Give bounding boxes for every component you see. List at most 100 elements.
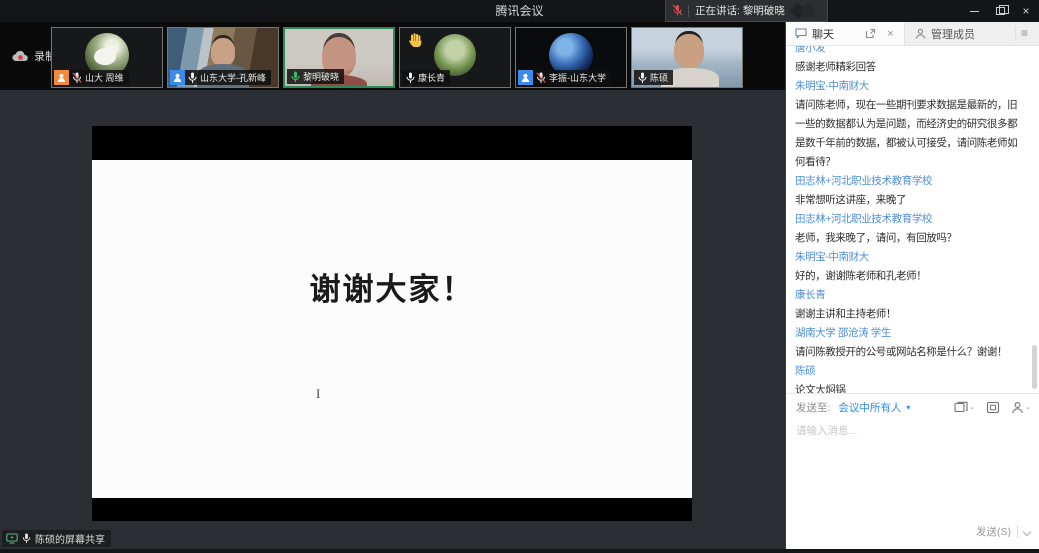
message-sender: 朱明宝-中南财大 [795,248,1026,267]
participant-tile[interactable]: 山大 周维 [51,27,163,88]
slide-letterbox-top [92,126,692,160]
message-text: 好的，谢谢陈老师和孔老师！ [795,267,1026,286]
muted-mic-icon [672,4,683,17]
participant-tile[interactable]: 李振-山东大学 [515,27,627,88]
chat-bubble-icon [795,28,807,39]
message-text: 论文大焖锅 [795,381,1026,393]
chat-panel: 聊天 × 管理成员 ≡ [785,22,1039,549]
chevron-down-icon: ⌄ [1025,403,1031,411]
tencent-meeting-logo-icon [788,3,824,19]
participant-name: 山东大学-孔新峰 [200,71,266,84]
message-text: 谢谢主讲和主持老师！ [795,305,1026,324]
chat-message: 康长青 谢谢主讲和主持老师！ [795,286,1026,324]
speaking-indicator: 正在讲话: 黎明破晓 [665,0,828,22]
chat-message: 陈硕 论文大焖锅 [795,362,1026,393]
window-bottom-edge [0,549,1039,553]
image-tool-button[interactable] [986,401,1000,414]
message-sender: 朱明宝-中南财大 [795,77,1026,96]
role-badge-icon [518,70,533,85]
screen-share-badge: 陈硕的屏幕共享 [2,530,111,547]
send-options-chevron-icon[interactable] [1024,528,1031,535]
meeting-window: 腾讯会议 正在讲话: 黎明破晓 × [0,0,1039,553]
shared-slide: 谢谢大家！ [92,160,692,498]
video-filmstrip: 录制中 [0,22,785,90]
participant-tile[interactable]: 陈硕 [631,27,743,88]
chat-message-list[interactable]: 唐小发 感谢老师精彩回答 朱明宝-中南财大 请问陈老师，现在一些期刊要求数据是最… [786,46,1034,393]
raised-hand-icon [408,32,424,48]
chat-message: 湖南大学 邵沧涛 学生 请问陈教授开的公号或网站名称是什么？谢谢！ [795,324,1026,362]
divider [1017,525,1018,538]
participant-label: 山大 周维 [54,70,129,85]
chat-tab-bar: 聊天 × 管理成员 ≡ [786,22,1039,46]
participant-label: 山东大学-孔新峰 [170,70,271,85]
tab-members-label: 管理成员 [931,26,1010,42]
mic-muted-icon [72,72,82,84]
send-button-group: 发送(S) [976,524,1031,539]
screen-share-icon [6,533,18,544]
chat-message: 朱明宝-中南财大 请问陈老师，现在一些期刊要求数据是最新的，旧一些的数据都认为是… [795,77,1026,172]
close-button[interactable]: × [1013,0,1039,22]
message-sender: 唐小发 [795,46,1026,58]
chat-message: 唐小发 感谢老师精彩回答 [795,46,1026,77]
participant-tile[interactable]: 山东大学-孔新峰 [167,27,279,88]
participant-tile[interactable]: 黎明破晓 [283,27,395,88]
speaking-label: 正在讲话: 黎明破晓 [695,3,785,18]
message-text: 老师，我来晚了，请问，有回放吗？ [795,229,1026,248]
minimize-button[interactable] [961,0,987,22]
send-to-selector[interactable]: 会议中所有人 [838,400,901,415]
participant-name: 陈硕 [650,71,668,84]
mic-muted-icon [536,72,546,84]
send-to-caret-icon[interactable]: ▾ [906,403,910,412]
slide-title: 谢谢大家！ [92,264,692,309]
recording-cloud-icon [12,50,29,63]
participant-label: 陈硕 [634,70,673,85]
message-sender: 陈硕 [795,362,1026,381]
chat-message: 田志林+河北职业技术教育学校 非常想听这讲座，来晚了 [795,172,1026,210]
chat-menu-icon[interactable]: ≡ [1015,26,1033,41]
role-badge-icon [170,70,185,85]
mic-on-icon [406,72,415,84]
tab-chat[interactable]: 聊天 × [786,22,905,45]
message-sender: 田志林+河北职业技术教育学校 [795,210,1026,229]
participant-name: 山大 周维 [85,71,124,84]
title-bar: 腾讯会议 正在讲话: 黎明破晓 × [0,0,1039,22]
message-sender: 康长青 [795,286,1026,305]
message-text: 感谢老师精彩回答 [795,58,1026,77]
participant-label: 黎明破晓 [287,69,344,84]
badge-mic-icon [22,533,31,544]
members-person-icon [915,28,926,39]
mic-on-icon [638,72,647,84]
tab-chat-label: 聊天 [812,26,858,42]
mic-speaking-icon [291,71,300,83]
chat-message: 田志林+河北职业技术教育学校 老师，我来晚了，请问，有回放吗？ [795,210,1026,248]
message-text: 请问陈教授开的公号或网站名称是什么？谢谢！ [795,343,1026,362]
message-sender: 田志林+河北职业技术教育学校 [795,172,1026,191]
screenshot-tool-button[interactable]: ⌄ [954,401,975,414]
chat-message: 朱明宝-中南财大 好的，谢谢陈老师和孔老师！ [795,248,1026,286]
participant-name: 康长青 [418,71,445,84]
close-chat-icon[interactable]: × [883,26,898,41]
app-title: 腾讯会议 [0,0,1039,22]
shared-screen-area: 谢谢大家！ I 陈硕的屏幕共享 [0,90,785,553]
participant-tiles: 山大 周维 [51,27,743,88]
tab-manage-members[interactable]: 管理成员 ≡ [905,22,1039,45]
participant-tile[interactable]: 康长青 [399,27,511,88]
send-to-row: 发送至: 会议中所有人 ▾ ⌄ [786,395,1039,419]
participant-label: 康长青 [402,70,450,85]
participant-label: 李振-山东大学 [518,70,611,85]
chevron-down-icon: ⌄ [969,403,975,411]
mention-member-button[interactable]: ⌄ [1011,401,1031,414]
slide-letterbox-bottom [92,498,692,521]
send-to-label: 发送至: [796,400,830,415]
mic-on-icon [188,72,197,84]
send-button[interactable]: 发送(S) [976,524,1011,539]
message-text: 非常想听这讲座，来晚了 [795,191,1026,210]
divider [688,5,689,17]
screen-share-label: 陈硕的屏幕共享 [35,531,105,546]
message-sender: 湖南大学 邵沧涛 学生 [795,324,1026,343]
chat-message-input[interactable] [786,421,1039,441]
restore-button[interactable] [987,0,1013,22]
popout-icon[interactable] [863,26,878,41]
participant-name: 黎明破晓 [303,70,339,83]
chat-scrollbar[interactable] [1032,345,1037,389]
